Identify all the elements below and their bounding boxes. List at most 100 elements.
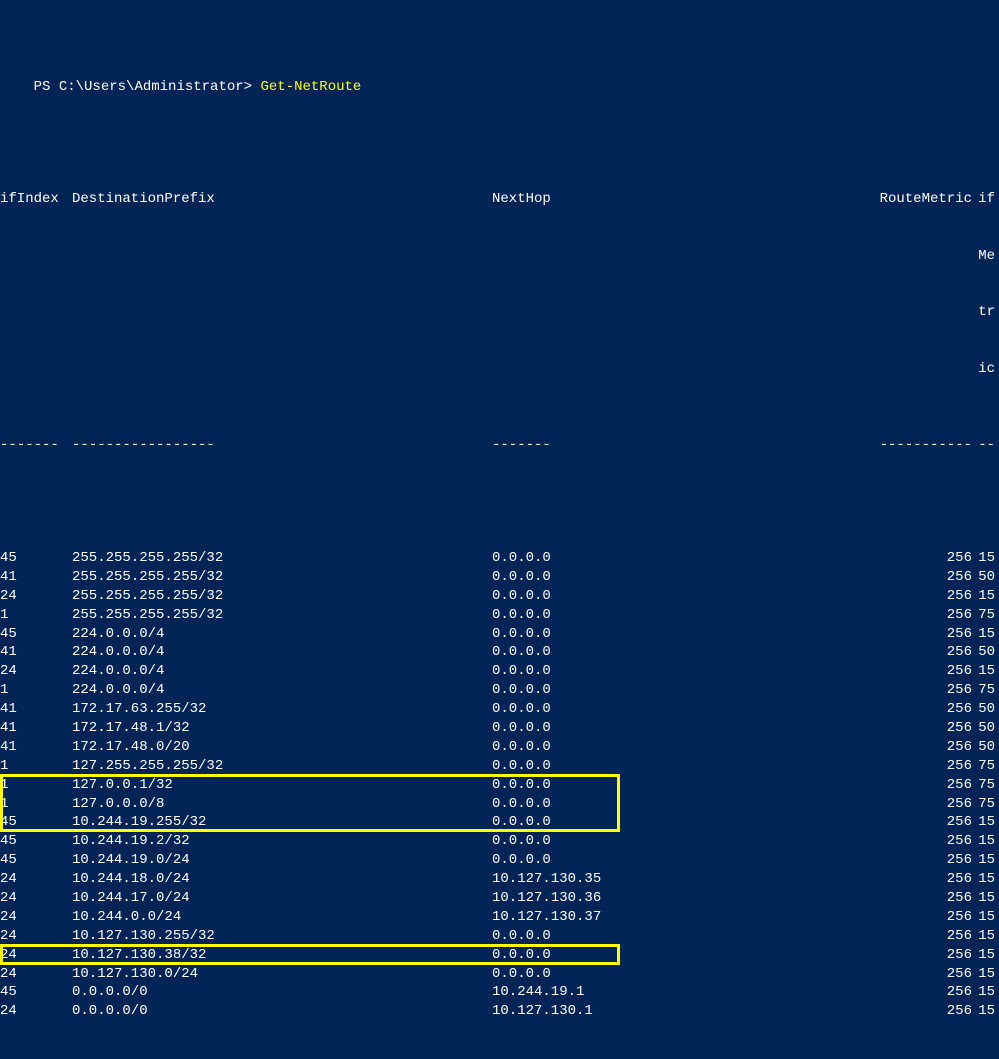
cell-ifmetric: 50 [972,700,996,719]
cell-routemetric: 256 [864,813,972,832]
table-row: 41224.0.0.0/40.0.0.025650 [0,643,999,662]
cell-destination-prefix: 10.244.19.255/32 [72,813,492,832]
cell-routemetric: 256 [864,927,972,946]
command-text: Get-NetRoute [260,79,361,95]
cell-nexthop: 0.0.0.0 [492,946,864,965]
cell-routemetric: 256 [864,643,972,662]
cell-nexthop: 0.0.0.0 [492,776,864,795]
table-row: 1255.255.255.255/320.0.0.025675 [0,606,999,625]
cell-destination-prefix: 10.127.130.38/32 [72,946,492,965]
cell-routemetric: 256 [864,851,972,870]
table-row: 41255.255.255.255/320.0.0.025650 [0,568,999,587]
cell-nexthop: 0.0.0.0 [492,606,864,625]
cell-nexthop: 0.0.0.0 [492,813,864,832]
cell-ifmetric: 50 [972,643,996,662]
cell-ifmetric: 50 [972,568,996,587]
table-dashes-row: ------- ----------------- ------- ------… [0,436,999,455]
cell-routemetric: 256 [864,776,972,795]
cell-nexthop: 0.0.0.0 [492,757,864,776]
cell-ifindex: 24 [0,587,72,606]
cell-ifindex: 24 [0,662,72,681]
cell-ifindex: 24 [0,965,72,984]
cell-ifindex: 45 [0,625,72,644]
cell-destination-prefix: 10.244.17.0/24 [72,889,492,908]
table-header-wrap-2: tr [0,303,999,322]
cell-ifmetric: 15 [972,813,996,832]
cell-nexthop: 0.0.0.0 [492,587,864,606]
header-nexthop: NextHop [492,190,864,209]
cell-ifmetric: 75 [972,776,996,795]
cell-routemetric: 256 [864,568,972,587]
cell-destination-prefix: 10.244.19.2/32 [72,832,492,851]
table-row: 4510.244.19.2/320.0.0.025615 [0,832,999,851]
cell-ifmetric: 15 [972,983,996,1002]
cell-ifmetric: 15 [972,587,996,606]
cell-nexthop: 0.0.0.0 [492,568,864,587]
table-row: 4510.244.19.0/240.0.0.025615 [0,851,999,870]
cell-nexthop: 10.244.19.1 [492,983,864,1002]
dashes-routemetric: ----------- [864,436,972,455]
cell-destination-prefix: 127.0.0.0/8 [72,795,492,814]
cell-routemetric: 256 [864,549,972,568]
cell-destination-prefix: 255.255.255.255/32 [72,549,492,568]
table-row: 24224.0.0.0/40.0.0.025615 [0,662,999,681]
prompt-arrow: > [244,79,261,95]
table-header-wrap-3: ic [0,360,999,379]
cell-nexthop: 10.127.130.36 [492,889,864,908]
cell-ifindex: 1 [0,776,72,795]
cell-nexthop: 0.0.0.0 [492,832,864,851]
table-row: 240.0.0.0/010.127.130.125615 [0,1002,999,1021]
dashes-ifmetric: -- [972,436,996,455]
cell-routemetric: 256 [864,757,972,776]
cell-nexthop: 0.0.0.0 [492,719,864,738]
header-ifmetric-line2: tr [972,303,996,322]
cell-nexthop: 0.0.0.0 [492,625,864,644]
cell-destination-prefix: 127.255.255.255/32 [72,757,492,776]
cell-nexthop: 0.0.0.0 [492,738,864,757]
cell-ifindex: 1 [0,681,72,700]
cell-ifmetric: 15 [972,625,996,644]
cell-destination-prefix: 255.255.255.255/32 [72,587,492,606]
cell-ifmetric: 15 [972,908,996,927]
cell-ifindex: 1 [0,757,72,776]
table-row: 450.0.0.0/010.244.19.125615 [0,983,999,1002]
cell-destination-prefix: 10.244.18.0/24 [72,870,492,889]
table-row: 2410.127.130.0/240.0.0.025615 [0,965,999,984]
table-header-row: ifIndex DestinationPrefix NextHop RouteM… [0,190,999,209]
cell-destination-prefix: 10.127.130.255/32 [72,927,492,946]
powershell-terminal[interactable]: PS C:\Users\Administrator> Get-NetRoute … [0,2,999,1059]
cell-destination-prefix: 224.0.0.0/4 [72,662,492,681]
cell-destination-prefix: 172.17.63.255/32 [72,700,492,719]
cell-ifindex: 24 [0,927,72,946]
header-ifmetric-line0: if [972,190,996,209]
header-ifindex: ifIndex [0,190,72,209]
cell-ifindex: 45 [0,549,72,568]
cell-nexthop: 0.0.0.0 [492,700,864,719]
cell-ifindex: 41 [0,568,72,587]
table-row: 41172.17.63.255/320.0.0.025650 [0,700,999,719]
cell-destination-prefix: 10.244.19.0/24 [72,851,492,870]
cell-destination-prefix: 10.127.130.0/24 [72,965,492,984]
cell-destination-prefix: 0.0.0.0/0 [72,1002,492,1021]
cell-routemetric: 256 [864,870,972,889]
cell-nexthop: 0.0.0.0 [492,795,864,814]
table-row: 4510.244.19.255/320.0.0.025615 [0,813,999,832]
dashes-nexthop: ------- [492,436,864,455]
table-row: 41172.17.48.1/320.0.0.025650 [0,719,999,738]
table-row: 2410.127.130.255/320.0.0.025615 [0,927,999,946]
prompt-path: C:\Users\Administrator [59,79,244,95]
header-ifmetric-line3: ic [972,360,996,379]
table-row: 24255.255.255.255/320.0.0.025615 [0,587,999,606]
cell-routemetric: 256 [864,738,972,757]
cell-ifmetric: 75 [972,795,996,814]
header-routemetric: RouteMetric [864,190,972,209]
cell-ifindex: 45 [0,851,72,870]
cell-routemetric: 256 [864,719,972,738]
cell-ifmetric: 50 [972,719,996,738]
cell-routemetric: 256 [864,700,972,719]
cell-ifindex: 41 [0,719,72,738]
cell-routemetric: 256 [864,795,972,814]
table-row: 2410.244.18.0/2410.127.130.3525615 [0,870,999,889]
cell-routemetric: 256 [864,606,972,625]
cell-ifindex: 41 [0,643,72,662]
